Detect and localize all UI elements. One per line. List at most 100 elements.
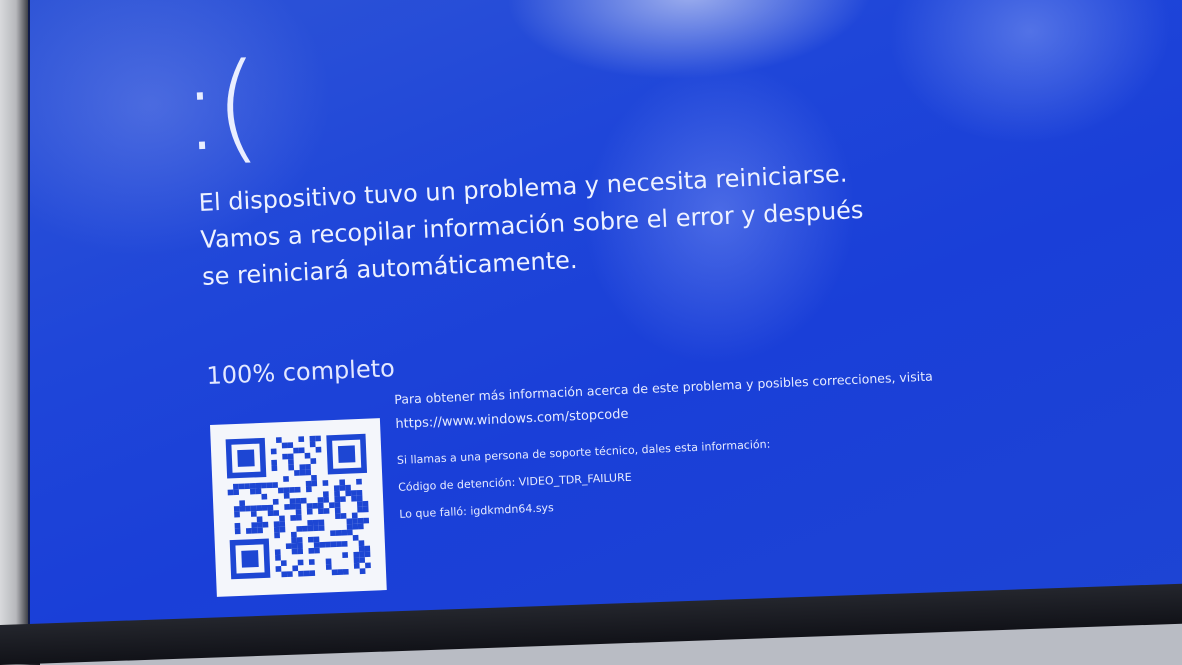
qr-module: [345, 490, 352, 497]
qr-module: [364, 545, 371, 552]
qr-module: [325, 564, 332, 570]
qr-module: [309, 570, 316, 577]
qr-module: [329, 502, 335, 509]
qr-module: [334, 496, 341, 503]
qr-module: [323, 496, 330, 503]
qr-module: [297, 542, 303, 549]
qr-module: [353, 562, 360, 569]
qr-module: [359, 551, 365, 558]
qr-module: [357, 506, 364, 513]
qr-module: [285, 543, 292, 550]
qr-module: [314, 547, 320, 554]
qr-module: [317, 502, 324, 509]
qr-module: [297, 548, 304, 555]
qr-module: [315, 446, 322, 453]
qr-module: [352, 523, 359, 530]
error-message: El dispositivo tuvo un problema y necesi…: [198, 151, 942, 296]
progress-text: 100% completo: [206, 354, 396, 390]
qr-module: [306, 508, 313, 515]
qr-module: [279, 515, 285, 522]
qr-module: [346, 523, 353, 530]
qr-module: [330, 541, 337, 548]
qr-module: [294, 470, 300, 476]
qr-module: [334, 502, 341, 508]
qr-module: [334, 507, 341, 514]
qr-module: [304, 452, 311, 459]
qr-module: [245, 528, 252, 534]
qr-module: [275, 437, 282, 443]
qr-module: [341, 540, 348, 547]
qr-module: [234, 528, 241, 535]
qr-module: [307, 525, 314, 532]
qr-module: [274, 532, 280, 539]
qr-module: [305, 480, 312, 487]
qr-module: [255, 482, 262, 489]
qr-module: [251, 522, 258, 529]
qr-module: [333, 485, 340, 492]
qr-module: [274, 549, 281, 556]
qr-module: [280, 560, 287, 567]
qr-module: [351, 495, 357, 502]
qr-module: [308, 559, 315, 565]
qr-module: [271, 459, 278, 466]
qr-module: [339, 479, 346, 486]
qr-module: [298, 447, 305, 454]
qr-module: [311, 474, 317, 481]
qr-module: [306, 503, 313, 509]
qr-module: [315, 435, 321, 442]
qr-module: [310, 458, 317, 464]
qr-module: [279, 521, 286, 527]
qr-module: [283, 492, 290, 499]
qr-module: [291, 548, 298, 555]
qr-module: [296, 537, 303, 544]
qr-module: [273, 526, 280, 533]
qr-module: [356, 495, 363, 502]
qr-module: [232, 483, 239, 490]
qr-module: [303, 570, 310, 577]
qr-module: [270, 448, 277, 455]
qr-module: [267, 504, 274, 511]
qr-module: [335, 530, 342, 536]
qr-module: [295, 498, 302, 504]
qr-module: [345, 484, 351, 491]
qr-module: [305, 469, 312, 476]
qr-module: [340, 513, 347, 519]
qr-module: [244, 483, 250, 490]
qr-module: [341, 529, 348, 536]
qr-module: [277, 487, 284, 494]
qr-module: [323, 508, 330, 514]
qr-module: [234, 511, 240, 518]
qr-module: [296, 525, 303, 532]
qr-module: [256, 521, 263, 528]
qr-module: [364, 551, 371, 558]
qr-module: [291, 543, 298, 549]
qr-module: [241, 550, 259, 568]
qr-module: [334, 490, 340, 497]
qr-module: [299, 469, 306, 476]
qr-module: [256, 505, 263, 512]
qr-module: [313, 536, 320, 543]
qr-module: [309, 435, 316, 442]
qr-module: [245, 505, 251, 512]
qr-module: [271, 465, 278, 472]
qr-module: [305, 486, 312, 493]
qr-module: [275, 554, 281, 561]
qr-module: [257, 527, 263, 534]
qr-module: [295, 503, 302, 510]
qr-module: [279, 526, 286, 533]
qr-module: [335, 513, 341, 520]
qr-module: [282, 453, 289, 460]
qr-code-graphic: [225, 433, 371, 580]
qr-module: [309, 441, 316, 448]
qr-module: [283, 476, 289, 482]
qr-module: [250, 511, 257, 517]
qr-module: [339, 485, 346, 491]
qr-module: [365, 562, 371, 569]
info-block: Para obtener más información acerca de e…: [394, 368, 959, 520]
qr-module: [290, 531, 297, 538]
qr-module: [312, 502, 319, 509]
qr-module: [305, 463, 311, 470]
qr-module: [322, 491, 329, 498]
qr-module: [346, 518, 353, 525]
qr-module: [331, 569, 338, 576]
